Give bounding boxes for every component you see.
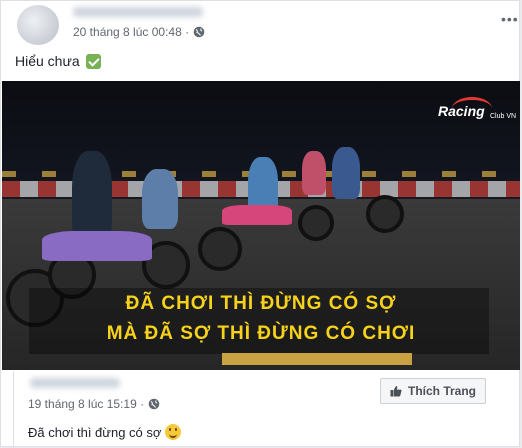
rider — [332, 147, 360, 199]
rider — [302, 151, 326, 195]
globe-icon[interactable] — [148, 398, 160, 410]
shared-post: 19 tháng 8 lúc 15:19 · Thích Trang Đã ch… — [13, 371, 512, 448]
subtitle-line-2: MÀ ĐÃ SỢ THÌ ĐỪNG CÓ CHƠI — [106, 323, 416, 344]
motorbike-body — [42, 231, 152, 261]
post-header: 20 tháng 8 lúc 00:48 · ••• — [13, 5, 518, 45]
like-page-label: Thích Trang — [407, 384, 476, 398]
post-timestamp[interactable]: 20 tháng 8 lúc 00:48 · — [73, 25, 189, 39]
author-name-blurred[interactable] — [73, 7, 203, 17]
shared-post-meta: 19 tháng 8 lúc 15:19 · — [28, 397, 160, 411]
racing-club-logo: Racing Club VN — [438, 97, 518, 133]
motorbike-wheel — [366, 195, 404, 233]
motorbike-wheel — [298, 205, 334, 241]
road-marking — [222, 353, 412, 365]
shared-post-timestamp[interactable]: 19 tháng 8 lúc 15:19 · — [28, 397, 144, 411]
video-player[interactable]: Racing Club VN ĐÃ CHƠI THÌ ĐỪNG CÓ SỢ MÀ… — [2, 81, 520, 370]
smile-icon — [165, 424, 182, 440]
globe-icon[interactable] — [193, 26, 205, 38]
avatar[interactable] — [17, 5, 59, 45]
shared-caption-text: Đã chơi thì đừng có sợ — [28, 424, 162, 440]
feed-post: 20 tháng 8 lúc 00:48 · ••• Hiểu chưa Rac… — [0, 0, 520, 448]
post-message: Hiểu chưa — [15, 53, 80, 69]
more-options-icon[interactable]: ••• — [501, 11, 519, 27]
motorbike-body — [222, 205, 292, 225]
thumbs-up-icon — [390, 386, 402, 397]
post-text: Hiểu chưa — [15, 53, 101, 69]
subtitle-line-1: ĐÃ CHƠI THÌ ĐỪNG CÓ SỢ — [125, 293, 397, 314]
shared-page-name-blurred[interactable] — [30, 378, 120, 388]
rider — [72, 151, 112, 241]
logo-main-text: Racing — [438, 103, 485, 119]
motorbike-wheel — [198, 227, 242, 271]
rider — [142, 169, 178, 229]
shared-caption: Đã chơi thì đừng có sợ — [28, 424, 182, 440]
post-meta: 20 tháng 8 lúc 00:48 · — [73, 25, 205, 39]
check-mark-icon — [85, 53, 101, 69]
logo-sub-text: Club VN — [490, 113, 517, 120]
like-page-button[interactable]: Thích Trang — [380, 378, 486, 404]
